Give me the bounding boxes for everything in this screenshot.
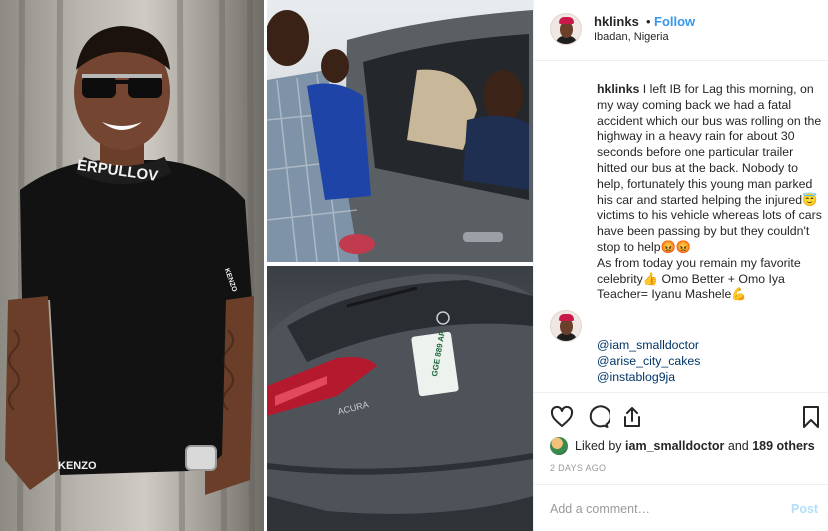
- tag-link[interactable]: @iam_smalldoctor: [597, 337, 817, 353]
- post-media[interactable]: ERPULLOV KENZO KENZO GGE 889 AP ACURA: [0, 0, 533, 531]
- photo-rescue-scene: [267, 0, 533, 262]
- avatar-hat: [559, 314, 574, 321]
- shirt-brand-text: KENZO: [58, 460, 97, 472]
- comment-bar: Post: [534, 484, 828, 531]
- likes-user[interactable]: iam_smalldoctor: [625, 439, 724, 453]
- follow-button[interactable]: Follow: [654, 14, 695, 29]
- car-rear-illustration: GGE 889 AP ACURA: [267, 273, 533, 531]
- post-timestamp[interactable]: 2 DAYS AGO: [550, 463, 606, 473]
- caption-area: hklinks I left IB for Lag this morning, …: [534, 62, 828, 392]
- likes-prefix: Liked by: [575, 439, 622, 453]
- caption-text-2: As from today you remain my favorite cel…: [597, 255, 801, 302]
- separator-dot: •: [646, 14, 651, 29]
- comment-icon[interactable]: [586, 405, 610, 429]
- post-panel: hklinks • Follow Ibadan, Nigeria hklinks…: [533, 0, 828, 531]
- likes-and: and: [727, 439, 749, 453]
- avatar[interactable]: [550, 13, 582, 45]
- post-button[interactable]: Post: [791, 502, 818, 516]
- location[interactable]: Ibadan, Nigeria: [594, 31, 669, 43]
- likes-others[interactable]: 189 others: [752, 439, 815, 453]
- heart-icon[interactable]: [550, 405, 574, 429]
- bookmark-icon[interactable]: [799, 405, 823, 429]
- avatar-hat: [559, 17, 574, 24]
- caption-avatar[interactable]: [550, 310, 582, 342]
- liker-avatar[interactable]: [550, 437, 568, 455]
- action-bar: [534, 392, 828, 440]
- rescue-scene-illustration: [267, 10, 533, 262]
- comment-input[interactable]: [550, 497, 770, 521]
- post-header: hklinks • Follow Ibadan, Nigeria: [534, 0, 828, 61]
- caption-username[interactable]: hklinks: [597, 82, 639, 96]
- caption: hklinks I left IB for Lag this morning, …: [597, 82, 823, 303]
- share-icon[interactable]: [620, 405, 644, 429]
- photo-car-rear: GGE 889 AP ACURA: [267, 266, 533, 531]
- username[interactable]: hklinks: [594, 14, 639, 29]
- likes-summary: Liked by iam_smalldoctor and 189 others: [550, 436, 815, 456]
- portrait-illustration: ERPULLOV KENZO KENZO: [5, 0, 255, 531]
- photo-portrait: ERPULLOV KENZO KENZO: [0, 0, 264, 531]
- caption-text: I left IB for Lag this morning, on my wa…: [597, 82, 822, 254]
- caption-tags: @iam_smalldoctor @arise_city_cakes @inst…: [597, 337, 817, 385]
- tag-link[interactable]: @instablog9ja: [597, 369, 817, 385]
- tag-link[interactable]: @arise_city_cakes: [597, 353, 817, 369]
